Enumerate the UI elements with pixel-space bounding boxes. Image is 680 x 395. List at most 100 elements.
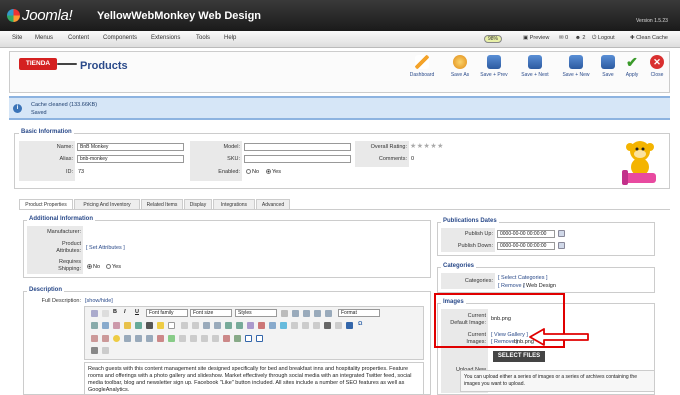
menu-content[interactable]: Content <box>68 35 89 41</box>
table-icon[interactable] <box>346 322 353 329</box>
template-icon[interactable] <box>256 335 263 342</box>
superscript-icon[interactable] <box>181 322 188 329</box>
align-right-icon[interactable] <box>314 310 321 317</box>
close-button[interactable]: ✕ Close <box>639 55 675 78</box>
acronym-icon[interactable] <box>212 335 219 342</box>
strikethrough-icon[interactable] <box>281 310 288 317</box>
source-icon[interactable] <box>280 322 287 329</box>
fullscreen-icon[interactable] <box>157 335 164 342</box>
rtl-icon[interactable] <box>146 335 153 342</box>
sku-input[interactable] <box>244 155 351 163</box>
users-count[interactable]: ☻ 2 <box>575 35 585 41</box>
bold-icon[interactable]: B <box>113 309 117 315</box>
help-icon[interactable] <box>91 310 98 317</box>
table-row-icon[interactable] <box>91 335 98 342</box>
underline-icon[interactable]: U <box>135 309 139 315</box>
format-select[interactable]: Format <box>338 309 380 317</box>
menu-menus[interactable]: Menus <box>35 35 53 41</box>
justify-icon[interactable] <box>325 310 332 317</box>
menu-site[interactable]: Site <box>12 35 22 41</box>
menu-tools[interactable]: Tools <box>196 35 210 41</box>
visual-aid-icon[interactable] <box>324 322 331 329</box>
undo-icon[interactable] <box>225 322 232 329</box>
show-hide-toggle[interactable]: [show/hide] <box>85 298 113 304</box>
link-icon[interactable] <box>247 322 254 329</box>
font-size-select[interactable]: Font size <box>190 309 232 317</box>
joomla-logo[interactable]: Joomla! <box>7 7 73 24</box>
enabled-radio-no[interactable]: No <box>246 169 259 175</box>
del-icon[interactable] <box>223 335 230 342</box>
horizontal-rule-icon[interactable] <box>302 322 309 329</box>
style-props-icon[interactable] <box>179 335 186 342</box>
remove-format-icon[interactable] <box>313 322 320 329</box>
redo-icon[interactable] <box>236 322 243 329</box>
shipping-radio-yes[interactable]: Yes <box>106 264 121 270</box>
font-family-select[interactable]: Font family <box>146 309 188 317</box>
save-next-button[interactable]: Save + Next <box>517 55 553 78</box>
model-input[interactable] <box>244 143 351 151</box>
messages-count[interactable]: ✉ 0 <box>559 35 568 41</box>
highlight-icon[interactable] <box>157 322 164 329</box>
cut-icon[interactable] <box>91 322 98 329</box>
background-color-icon[interactable] <box>168 322 175 329</box>
shipping-radio-no[interactable]: No <box>87 264 100 270</box>
alias-input[interactable]: bnb-monkey <box>77 155 184 163</box>
publish-up-input[interactable]: 0000-00-00 00:00:00 <box>497 230 555 238</box>
layer-icon[interactable] <box>168 335 175 342</box>
omega-icon[interactable]: Ω <box>358 321 362 327</box>
calendar-icon[interactable] <box>558 230 565 237</box>
subscript-icon[interactable] <box>192 322 199 329</box>
pilcrow-icon[interactable] <box>91 347 98 354</box>
save-new-button[interactable]: Save + New <box>558 55 594 78</box>
special-char-icon[interactable] <box>335 322 342 329</box>
overall-rating-label: Overall Rating: <box>370 144 407 150</box>
emoticon-icon[interactable] <box>113 335 120 342</box>
text-color-icon[interactable] <box>146 322 153 329</box>
indent-icon[interactable] <box>214 322 221 329</box>
unlink-icon[interactable] <box>258 322 265 329</box>
new-document-icon[interactable] <box>102 310 109 317</box>
enabled-radio-yes[interactable]: Yes <box>266 169 281 175</box>
comments-value: 0 <box>411 156 415 162</box>
find-icon[interactable] <box>124 322 131 329</box>
replace-icon[interactable] <box>135 322 142 329</box>
preview-link[interactable]: ▣ Preview <box>523 35 549 41</box>
image-icon[interactable] <box>269 322 276 329</box>
align-left-icon[interactable] <box>292 310 299 317</box>
description-editor[interactable]: Reach guests with this content managemen… <box>84 362 424 395</box>
copy-icon[interactable] <box>102 322 109 329</box>
additional-info-legend: Additional Information <box>27 216 95 222</box>
menu-extensions[interactable]: Extensions <box>151 35 180 41</box>
media-icon[interactable] <box>124 335 131 342</box>
attribs-icon[interactable] <box>245 335 252 342</box>
paste-icon[interactable] <box>113 322 120 329</box>
cite-icon[interactable] <box>190 335 197 342</box>
ins-icon[interactable] <box>234 335 241 342</box>
ltr-icon[interactable] <box>135 335 142 342</box>
abbr-icon[interactable] <box>201 335 208 342</box>
clean-cache-link[interactable]: ✚ Clean Cache <box>630 35 668 41</box>
status-badge[interactable]: 98% <box>484 35 503 43</box>
set-attributes-link[interactable]: [ Set Attributes ] <box>86 245 125 251</box>
calendar-icon[interactable] <box>558 242 565 249</box>
dashboard-button[interactable]: Dashboard <box>404 55 440 78</box>
publish-down-input[interactable]: 0000-00-00 00:00:00 <box>497 242 555 250</box>
menu-components[interactable]: Components <box>103 35 137 41</box>
blockquote-icon[interactable] <box>102 347 109 354</box>
save-as-button[interactable]: Save As <box>442 55 478 78</box>
remove-category-link[interactable]: [ Remove ] <box>498 283 525 289</box>
select-files-button[interactable]: SELECT FILES <box>493 351 545 362</box>
table-col-icon[interactable] <box>102 335 109 342</box>
cleanup-icon[interactable] <box>291 322 298 329</box>
save-next-icon <box>528 55 542 69</box>
logout-link[interactable]: ⏻ Logout <box>592 35 615 42</box>
radio-selected-icon <box>266 169 271 174</box>
align-center-icon[interactable] <box>303 310 310 317</box>
menu-help[interactable]: Help <box>224 35 236 41</box>
select-categories-link[interactable]: [ Select Categories ] <box>498 275 548 281</box>
italic-icon[interactable]: I <box>124 309 126 315</box>
outdent-icon[interactable] <box>203 322 210 329</box>
styles-select[interactable]: Styles <box>235 309 277 317</box>
save-prev-button[interactable]: Save + Prev <box>476 55 512 78</box>
name-input[interactable]: BnB Monkey <box>77 143 184 151</box>
